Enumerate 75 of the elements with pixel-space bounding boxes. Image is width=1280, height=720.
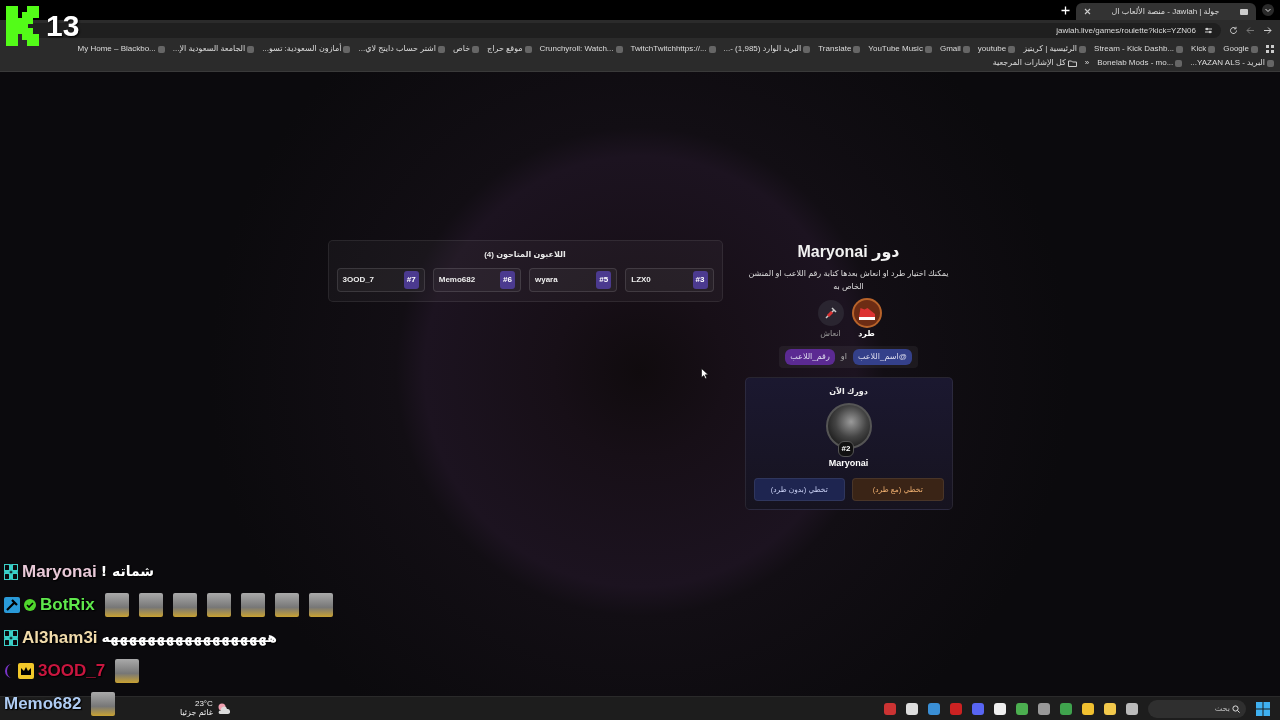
all-bookmarks-link[interactable]: كل الإشارات المرجعية: [992, 57, 1077, 69]
emote-picture: [91, 691, 116, 716]
player-card[interactable]: 3OOD_7 #7: [336, 268, 425, 292]
chat-username: BotRix: [40, 593, 95, 616]
player-card[interactable]: Memo682 #6: [432, 268, 521, 292]
bookmark-link[interactable]: Bonelab Mods - mo...: [1097, 57, 1183, 69]
player-name: 3OOD_7: [342, 274, 375, 286]
player-name: Maryonai: [828, 456, 869, 470]
bookmark-link[interactable]: موقع حراج: [487, 43, 532, 55]
forward-icon[interactable]: [1246, 26, 1255, 35]
bookmark-link[interactable]: Crunchyroll: Watch...: [539, 43, 623, 55]
bookmark-link[interactable]: Google: [1223, 43, 1258, 55]
kick-logo-icon: [6, 6, 42, 46]
close-icon[interactable]: [1084, 8, 1091, 15]
search-field[interactable]: بحث: [1148, 699, 1246, 718]
hint-chip: رقم_اللاعب: [785, 348, 835, 365]
tab-title: جولة | Jawlah - منصة الألعاب ال: [1111, 5, 1220, 18]
bookmark-link[interactable]: My Home – Blackbo...: [77, 43, 165, 55]
bookmark-link[interactable]: YouTube Music: [868, 43, 932, 55]
or-text: او: [840, 350, 847, 363]
player-name: Memo682: [438, 274, 476, 286]
bookmark-link[interactable]: البريد - YAZAN ALS...: [1190, 57, 1274, 69]
more-bookmarks-button[interactable]: »: [1084, 57, 1090, 69]
reload-icon[interactable]: [1229, 26, 1238, 35]
player-name: wyara: [535, 274, 558, 286]
chat-username: Al3ham3i: [22, 626, 98, 649]
verified-check-icon: [24, 598, 36, 611]
bookmark-link[interactable]: youtube: [977, 43, 1016, 55]
bookmark-link[interactable]: Stream - Kick Dashb...: [1094, 43, 1184, 55]
panel-title: اللاعبون المتاحون (4): [483, 249, 567, 261]
chat-username: Maryonai: [22, 560, 97, 583]
bookmark-link[interactable]: البريد الوارد (1,985) -...: [723, 43, 811, 55]
player-card[interactable]: wyara #5: [529, 268, 618, 292]
apps-grid-icon[interactable]: [1266, 45, 1274, 53]
chat-username: 3OOD_7: [38, 659, 106, 682]
search-icon: [1232, 704, 1240, 713]
hint-chip: @اسم_اللاعب: [852, 348, 912, 365]
app-icon[interactable]: [1038, 702, 1050, 715]
bookmark-link[interactable]: خاص: [453, 43, 480, 55]
chat-username: Memo682: [4, 692, 82, 715]
turn-title: دور Maryonai: [797, 242, 900, 263]
bookmark-link[interactable]: Gmail: [939, 43, 970, 55]
new-tab-plus-icon[interactable]: [1061, 5, 1070, 15]
chat-message: شماته !: [100, 562, 155, 581]
bookmark-link[interactable]: الجامعة السعودية الإ...: [172, 43, 255, 55]
chat-message: ههههههههههههههههههه: [101, 628, 277, 648]
tune-icon[interactable]: [1204, 26, 1213, 35]
card-heading: دورك الآن: [829, 385, 868, 398]
player-number: #5: [596, 271, 612, 289]
start-icon[interactable]: [1256, 701, 1270, 716]
bookmark-link[interactable]: Kick: [1191, 43, 1216, 55]
url-text: jawlah.live/games/roulette?kick=YZN06: [1056, 24, 1196, 37]
temperature-text: 23°C: [194, 699, 213, 709]
og-badge-icon: [4, 629, 18, 646]
instructions-text: يمكنك اختيار طرد او انعاش بعدها كتابة رقم اللاعب او المنشن الخاص به: [747, 268, 950, 293]
weather-condition: غائم جزئيا: [180, 708, 213, 718]
bookmark-link[interactable]: Translate: [818, 43, 861, 55]
og-badge-icon: [4, 563, 18, 580]
player-number: #6: [500, 271, 515, 289]
player-card[interactable]: LZX0 #3: [625, 268, 714, 292]
browser-tab[interactable]: جولة | Jawlah - منصة الألعاب ال: [1076, 3, 1256, 20]
bookmark-link[interactable]: TwitchTwitchhttps://...: [630, 43, 716, 55]
bookmark-link[interactable]: أمازون السعودية: تسو...: [262, 43, 351, 55]
bookmark-link[interactable]: الرئيسية | كريتيز: [1023, 43, 1087, 55]
site-favicon-icon: [1240, 7, 1248, 16]
app-icon[interactable]: [906, 702, 918, 715]
mouse-pointer-icon: [701, 368, 709, 379]
player-number: #7: [403, 271, 419, 289]
app-icon[interactable]: [994, 702, 1006, 715]
bookmark-link[interactable]: اشتر حساب دايتج لاي...: [358, 43, 446, 55]
emote-picture: [115, 658, 140, 683]
player-number: #3: [692, 271, 708, 289]
chevron-down-icon[interactable]: [1262, 4, 1274, 16]
player-name: LZX0: [631, 274, 651, 286]
back-icon[interactable]: [1263, 26, 1272, 35]
